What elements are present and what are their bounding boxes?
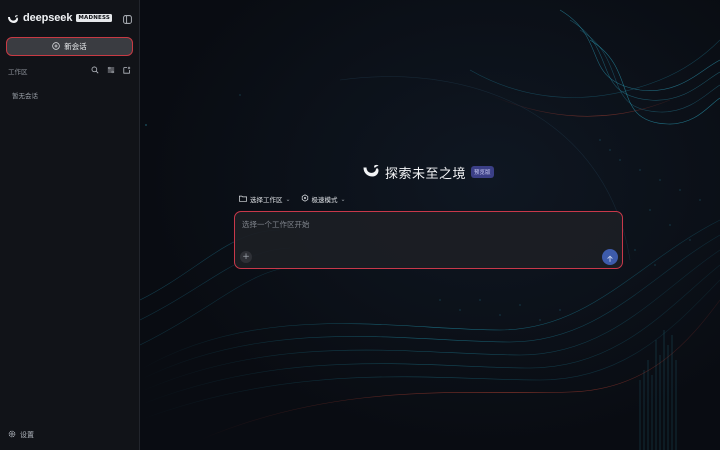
- chevron-down-icon: ⌄: [340, 195, 346, 203]
- message-input[interactable]: [242, 220, 582, 229]
- brand: deepseek MADNESS: [7, 9, 113, 28]
- whale-logo-icon: [362, 163, 380, 182]
- workspace-selector-label: 选择工作区: [250, 196, 283, 204]
- sort-icon[interactable]: [106, 65, 115, 74]
- chevron-down-icon: ⌄: [285, 195, 291, 203]
- whale-logo-icon: [7, 9, 19, 28]
- settings-button[interactable]: 设置: [8, 430, 34, 440]
- new-chat-label: 新会话: [64, 42, 87, 51]
- main-area: 探索未至之境 预览版 选择工作区 ⌄ 极速模式 ⌄ 选择一个工作区开始 +: [140, 0, 720, 450]
- brand-tag: MADNESS: [76, 14, 113, 22]
- plus-icon: +: [242, 252, 250, 262]
- folder-icon: [239, 195, 247, 204]
- hero-title: 探索未至之境: [385, 166, 467, 182]
- preview-badge: 预览版: [471, 166, 494, 178]
- settings-label: 设置: [20, 431, 34, 439]
- new-folder-icon[interactable]: [122, 65, 131, 74]
- app-window: deepseek MADNESS 新会话 工作区 暂无会话 设置 探索未至之境 …: [0, 0, 720, 450]
- hero: 探索未至之境 预览版: [362, 163, 494, 182]
- workspace-heading: 工作区: [8, 68, 28, 76]
- mode-selector-label: 极速模式: [311, 196, 338, 204]
- gear-icon: [8, 430, 16, 440]
- send-button[interactable]: [602, 249, 618, 265]
- mode-selector[interactable]: 极速模式 ⌄: [301, 194, 346, 204]
- plus-circle-icon: [52, 41, 60, 52]
- arrow-up-icon: [606, 248, 614, 267]
- attach-button[interactable]: +: [240, 251, 252, 263]
- sidebar: deepseek MADNESS 新会话 工作区 暂无会话 设置: [0, 0, 140, 450]
- composer-selectors: 选择工作区 ⌄ 极速模式 ⌄: [239, 194, 346, 204]
- brand-name: deepseek: [23, 12, 73, 24]
- search-icon[interactable]: [90, 65, 99, 74]
- new-chat-button[interactable]: 新会话: [6, 37, 133, 56]
- composer: +: [234, 211, 623, 269]
- workspace-tools: [90, 65, 131, 74]
- sidebar-toggle-icon: [122, 9, 132, 28]
- mode-icon: [301, 194, 309, 204]
- workspace-selector[interactable]: 选择工作区 ⌄: [239, 194, 291, 204]
- sidebar-toggle-button[interactable]: [121, 12, 133, 24]
- empty-sessions-label: 暂无会话: [12, 92, 38, 100]
